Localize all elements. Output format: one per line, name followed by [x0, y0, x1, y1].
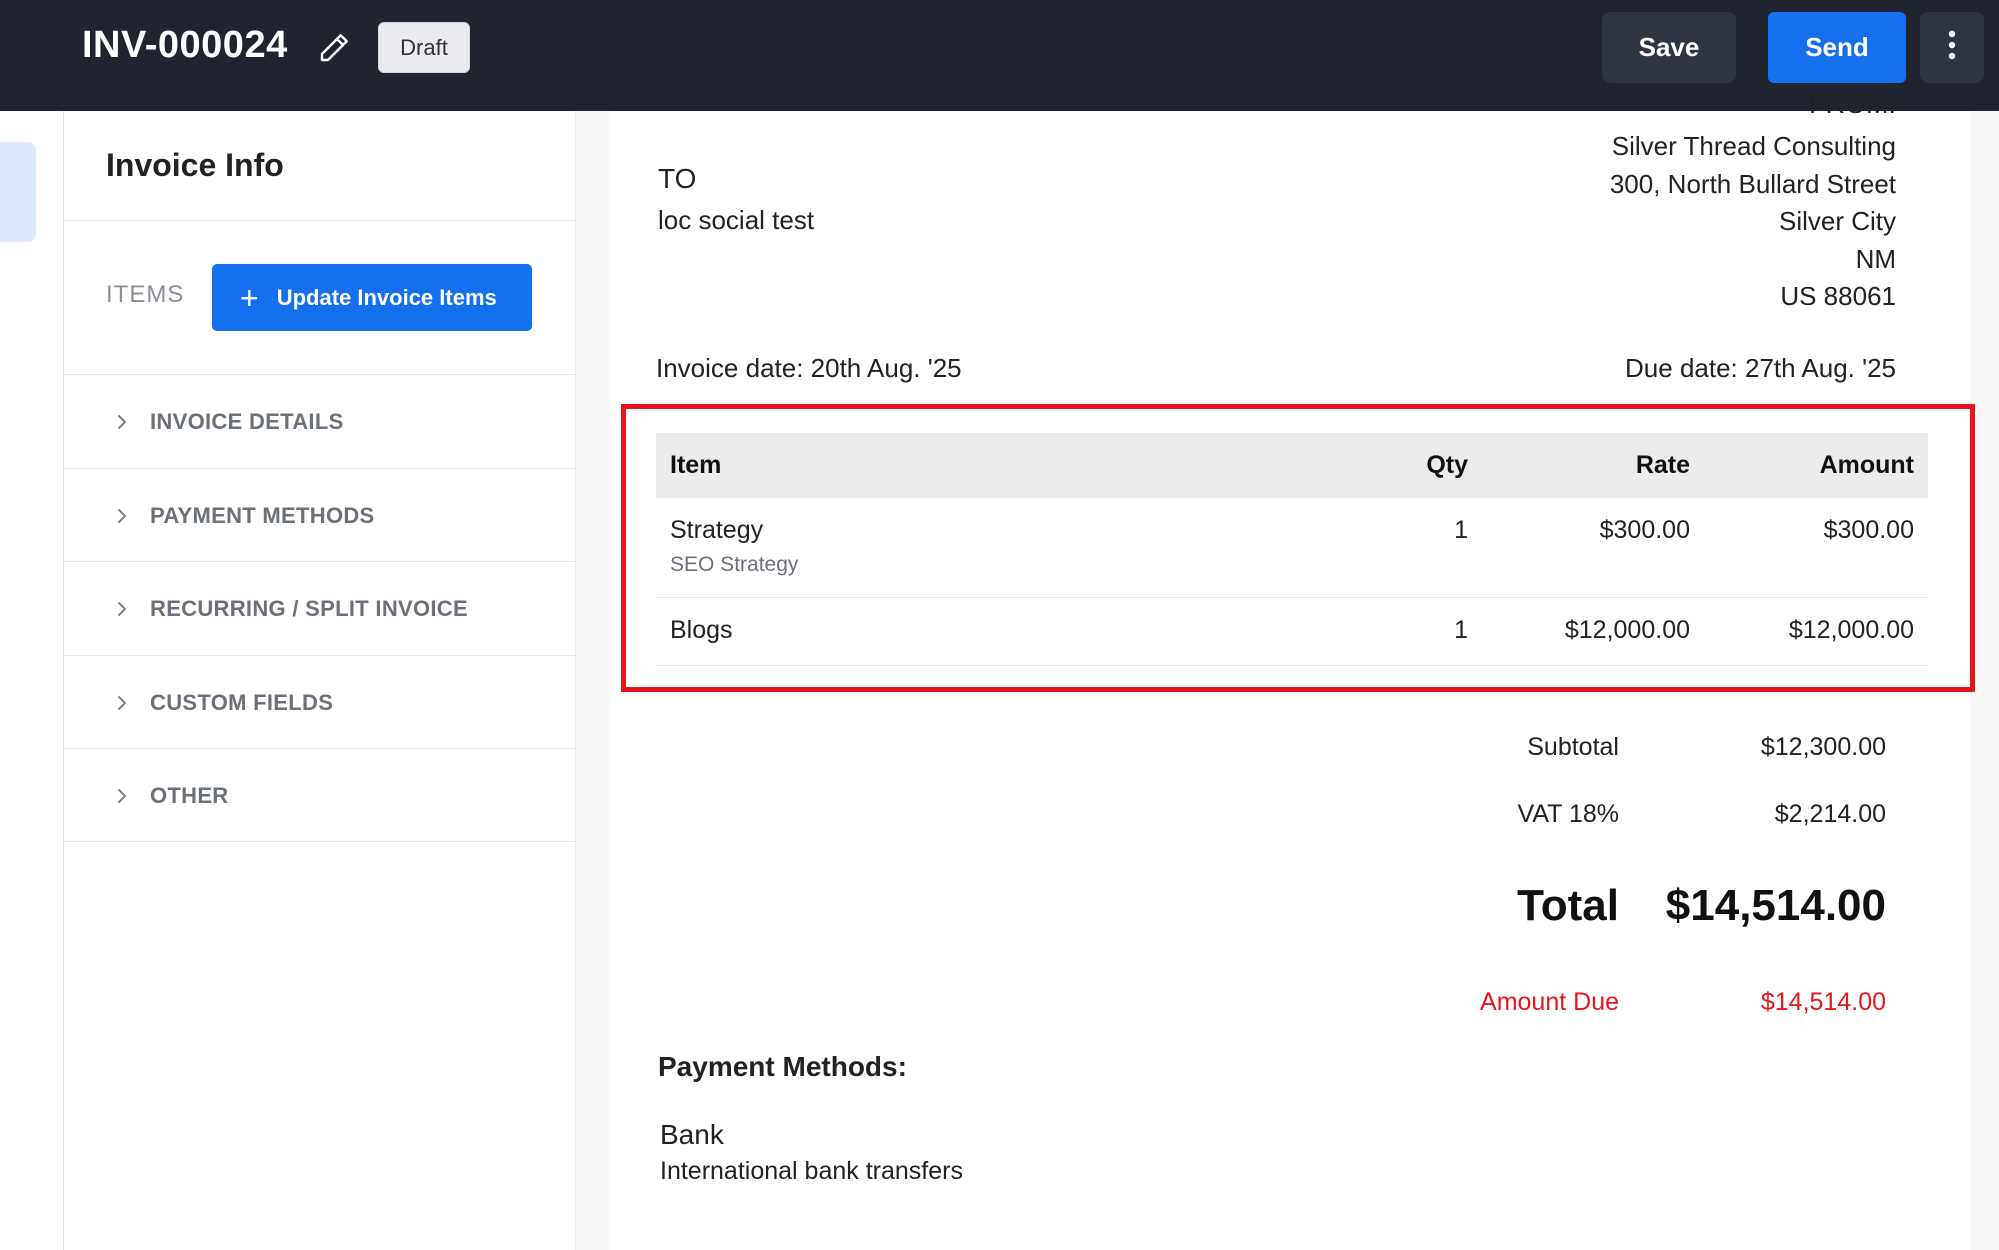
tax-value: $2,214.00 — [1774, 800, 1886, 828]
send-button[interactable]: Send — [1768, 12, 1906, 83]
chevron-right-icon — [118, 508, 126, 523]
from-city: Silver City — [1778, 206, 1896, 236]
due-date: Due date: 27th Aug. '25 — [1625, 353, 1896, 383]
amount-due-value: $14,514.00 — [1760, 988, 1886, 1016]
status-badge: Draft — [378, 22, 470, 73]
plus-icon: + — [240, 279, 259, 316]
left-rail — [0, 111, 64, 1250]
divider — [64, 841, 576, 842]
payment-methods-title: Payment Methods: — [658, 1051, 907, 1082]
kebab-icon — [1947, 29, 1957, 66]
from-street: 300, North Bullard Street — [1609, 169, 1896, 199]
subtotal-label: Subtotal — [1527, 733, 1619, 761]
section-label: CUSTOM FIELDS — [150, 689, 334, 715]
chevron-right-icon — [118, 788, 126, 803]
pencil-icon[interactable] — [316, 30, 352, 66]
payment-method-description: International bank transfers — [660, 1157, 963, 1185]
highlight-box — [621, 404, 1975, 692]
update-invoice-items-label: Update Invoice Items — [276, 284, 497, 310]
total-value: $14,514.00 — [1665, 881, 1886, 930]
section-other[interactable]: OTHER — [64, 749, 576, 842]
save-button[interactable]: Save — [1602, 12, 1736, 83]
top-bar: INV-000024 Draft Save Send — [0, 0, 1999, 111]
items-label: ITEMS — [106, 281, 185, 308]
invoice-date: Invoice date: 20th Aug. '25 — [656, 353, 962, 383]
from-company: Silver Thread Consulting — [1611, 131, 1896, 161]
total-label: Total — [1517, 881, 1619, 930]
panel-title: Invoice Info — [106, 147, 284, 183]
from-zip: US 88061 — [1780, 281, 1896, 311]
more-options-button[interactable] — [1920, 12, 1984, 83]
section-label: RECURRING / SPLIT INVOICE — [150, 595, 468, 621]
invoice-number: INV-000024 — [82, 24, 288, 66]
divider — [64, 220, 576, 221]
section-custom-fields[interactable]: CUSTOM FIELDS — [64, 656, 576, 749]
from-label: FROM: — [1809, 89, 1896, 119]
amount-due-label: Amount Due — [1480, 988, 1619, 1016]
subtotal-value: $12,300.00 — [1760, 733, 1886, 761]
section-payment-methods[interactable]: PAYMENT METHODS — [64, 469, 576, 562]
rail-active-item[interactable] — [0, 142, 36, 242]
invoice-info-panel: Invoice Info ITEMS + Update Invoice Item… — [64, 111, 576, 1250]
from-state: NM — [1855, 244, 1896, 274]
tax-label: VAT 18% — [1517, 800, 1619, 828]
section-label: PAYMENT METHODS — [150, 502, 375, 528]
to-label: TO — [658, 163, 697, 194]
to-name: loc social test — [658, 205, 815, 235]
section-invoice-details[interactable]: INVOICE DETAILS — [64, 375, 576, 468]
chevron-right-icon — [118, 695, 126, 710]
section-label: OTHER — [150, 782, 229, 808]
chevron-right-icon — [118, 601, 126, 616]
update-invoice-items-button[interactable]: + Update Invoice Items — [212, 264, 532, 331]
section-recurring-split-invoice[interactable]: RECURRING / SPLIT INVOICE — [64, 562, 576, 655]
payment-method-name: Bank — [660, 1119, 724, 1150]
section-label: INVOICE DETAILS — [150, 408, 344, 434]
chevron-right-icon — [118, 414, 126, 429]
